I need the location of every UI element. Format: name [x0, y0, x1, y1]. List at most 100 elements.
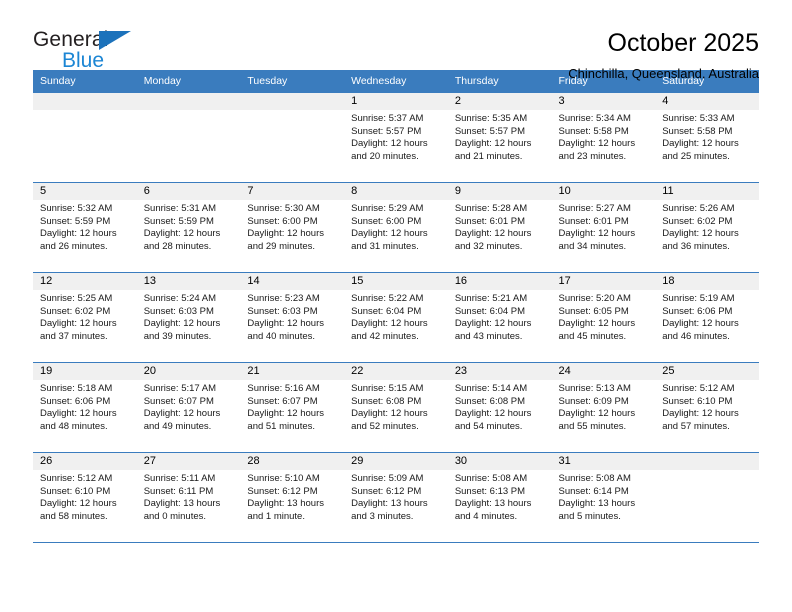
day-details: Sunrise: 5:22 AM Sunset: 6:04 PM Daylight:… [344, 290, 448, 343]
calendar-day-cell[interactable]: 13 Sunrise: 5:24 AM Sunset: 6:03 PM Dayligh… [136, 272, 241, 363]
daylight-text-line1: Daylight: 12 hours [40, 498, 117, 510]
calendar-day-cell[interactable]: 18 Sunrise: 5:19 AM Sunset: 6:06 PM Dayligh… [655, 272, 759, 363]
calendar-day-cell[interactable]: 23 Sunrise: 5:14 AM Sunset: 6:08 PM Dayligh… [447, 362, 552, 453]
calendar-day-cell[interactable]: 25 Sunrise: 5:12 AM Sunset: 6:10 PM Dayligh… [655, 362, 759, 453]
calendar-day-cell[interactable]: 17 Sunrise: 5:20 AM Sunset: 6:05 PM Dayligh… [551, 272, 656, 363]
day-number: 14 [240, 273, 345, 290]
sunset-text: Sunset: 6:06 PM [40, 395, 111, 407]
calendar-day-cell-empty [136, 92, 241, 183]
page-title: October 2025 [607, 29, 760, 57]
sunrise-text: Sunrise: 5:13 AM [558, 383, 631, 394]
sunrise-text: Sunrise: 5:33 AM [662, 113, 735, 124]
day-number: 9 [447, 183, 552, 200]
daylight-text-line1: Daylight: 12 hours [351, 408, 428, 420]
day-number [655, 453, 759, 470]
calendar-day-cell[interactable]: 6 Sunrise: 5:31 AM Sunset: 5:59 PM Daylight… [136, 182, 241, 273]
calendar-day-cell[interactable]: 26 Sunrise: 5:12 AM Sunset: 6:10 PM Dayligh… [33, 452, 137, 543]
calendar-day-cell[interactable]: 31 Sunrise: 5:08 AM Sunset: 6:14 PM Dayligh… [551, 452, 656, 543]
calendar-day-cell[interactable]: 30 Sunrise: 5:08 AM Sunset: 6:13 PM Dayligh… [447, 452, 552, 543]
day-number: 28 [240, 453, 345, 470]
calendar-day-cell[interactable]: 14 Sunrise: 5:23 AM Sunset: 6:03 PM Dayligh… [240, 272, 345, 363]
day-details: Sunrise: 5:32 AM Sunset: 5:59 PM Daylight:… [33, 200, 137, 253]
sunset-text: Sunset: 6:07 PM [247, 395, 318, 407]
sunrise-text: Sunrise: 5:32 AM [40, 203, 113, 214]
daylight-text-line1: Daylight: 12 hours [351, 228, 428, 240]
day-details: Sunrise: 5:25 AM Sunset: 6:02 PM Daylight:… [33, 290, 137, 343]
sunrise-text: Sunrise: 5:25 AM [40, 293, 113, 304]
generalblue-logo: General Blue [33, 28, 148, 76]
day-number: 25 [655, 363, 759, 380]
calendar-day-cell[interactable]: 24 Sunrise: 5:13 AM Sunset: 6:09 PM Dayligh… [551, 362, 656, 453]
day-details: Sunrise: 5:34 AM Sunset: 5:58 PM Daylight:… [552, 110, 656, 163]
calendar-day-cell[interactable]: 15 Sunrise: 5:22 AM Sunset: 6:04 PM Dayligh… [344, 272, 448, 363]
daylight-text-line2: and 51 minutes. [247, 420, 316, 432]
sunset-text: Sunset: 6:03 PM [143, 305, 214, 317]
day-number: 8 [344, 183, 448, 200]
sunrise-text: Sunrise: 5:15 AM [351, 383, 424, 394]
day-number: 22 [344, 363, 448, 380]
day-details: Sunrise: 5:27 AM Sunset: 6:01 PM Daylight:… [552, 200, 656, 253]
sunrise-text: Sunrise: 5:11 AM [143, 473, 216, 484]
calendar-week-row: 1 Sunrise: 5:37 AM Sunset: 5:57 PM Daylight… [33, 92, 759, 183]
daylight-text-line2: and 21 minutes. [454, 150, 523, 162]
daylight-text-line2: and 42 minutes. [351, 330, 419, 342]
calendar-day-cell[interactable]: 11 Sunrise: 5:26 AM Sunset: 6:02 PM Dayligh… [655, 182, 759, 273]
day-number: 31 [551, 453, 656, 470]
calendar-day-cell[interactable]: 7 Sunrise: 5:30 AM Sunset: 6:00 PM Daylight… [240, 182, 345, 273]
calendar-day-cell[interactable]: 29 Sunrise: 5:09 AM Sunset: 6:12 PM Dayligh… [344, 452, 448, 543]
daylight-text-line1: Daylight: 13 hours [143, 498, 221, 510]
sunrise-text: Sunrise: 5:31 AM [143, 203, 217, 214]
daylight-text-line2: and 32 minutes. [454, 240, 523, 252]
day-details: Sunrise: 5:20 AM Sunset: 6:05 PM Daylight:… [552, 290, 656, 343]
daylight-text-line1: Daylight: 12 hours [558, 408, 636, 420]
day-details: Sunrise: 5:12 AM Sunset: 6:10 PM Daylight:… [655, 380, 759, 433]
daylight-text-line2: and 45 minutes. [558, 330, 627, 342]
daylight-text-line1: Daylight: 13 hours [351, 498, 428, 510]
daylight-text-line2: and 48 minutes. [40, 420, 108, 432]
day-details: Sunrise: 5:08 AM Sunset: 6:13 PM Daylight:… [448, 470, 552, 523]
daylight-text-line1: Daylight: 12 hours [40, 228, 117, 240]
daylight-text-line2: and 57 minutes. [662, 420, 730, 432]
daylight-text-line2: and 5 minutes. [558, 510, 621, 522]
daylight-text-line2: and 55 minutes. [558, 420, 627, 432]
calendar-day-cell[interactable]: 5 Sunrise: 5:32 AM Sunset: 5:59 PM Daylight… [33, 182, 137, 273]
calendar-table: Sunday Monday Tuesday Wednesday Thursday… [33, 70, 759, 543]
daylight-text-line1: Daylight: 12 hours [247, 318, 324, 330]
calendar-day-cell[interactable]: 2 Sunrise: 5:35 AM Sunset: 5:57 PM Daylight… [447, 92, 552, 183]
calendar-day-cell[interactable]: 16 Sunrise: 5:21 AM Sunset: 6:04 PM Dayligh… [447, 272, 552, 363]
day-details: Sunrise: 5:18 AM Sunset: 6:06 PM Daylight:… [33, 380, 137, 433]
calendar-day-cell[interactable]: 19 Sunrise: 5:18 AM Sunset: 6:06 PM Dayligh… [33, 362, 137, 453]
daylight-text-line1: Daylight: 12 hours [40, 318, 117, 330]
calendar-day-cell[interactable]: 10 Sunrise: 5:27 AM Sunset: 6:01 PM Dayligh… [551, 182, 656, 273]
calendar-day-cell[interactable]: 4 Sunrise: 5:33 AM Sunset: 5:58 PM Daylight… [655, 92, 759, 183]
daylight-text-line1: Daylight: 12 hours [454, 318, 532, 330]
daylight-text-line2: and 39 minutes. [143, 330, 212, 342]
sunset-text: Sunset: 6:01 PM [454, 215, 526, 227]
sunset-text: Sunset: 6:12 PM [351, 485, 422, 497]
daylight-text-line2: and 25 minutes. [662, 150, 730, 162]
calendar-day-cell[interactable]: 1 Sunrise: 5:37 AM Sunset: 5:57 PM Daylight… [344, 92, 448, 183]
calendar-day-cell[interactable]: 27 Sunrise: 5:11 AM Sunset: 6:11 PM Dayligh… [136, 452, 241, 543]
calendar-week-row: 26 Sunrise: 5:12 AM Sunset: 6:10 PM Dayligh… [33, 452, 759, 543]
calendar-day-cell[interactable]: 21 Sunrise: 5:16 AM Sunset: 6:07 PM Dayligh… [240, 362, 345, 453]
calendar-day-cell[interactable]: 20 Sunrise: 5:17 AM Sunset: 6:07 PM Dayligh… [136, 362, 241, 453]
day-details: Sunrise: 5:24 AM Sunset: 6:03 PM Daylight:… [137, 290, 241, 343]
calendar-day-cell[interactable]: 28 Sunrise: 5:10 AM Sunset: 6:12 PM Dayligh… [240, 452, 345, 543]
day-number: 12 [33, 273, 137, 290]
day-details: Sunrise: 5:09 AM Sunset: 6:12 PM Daylight:… [344, 470, 448, 523]
day-number: 2 [447, 93, 552, 110]
daylight-text-line1: Daylight: 12 hours [143, 408, 221, 420]
calendar-day-cell[interactable]: 22 Sunrise: 5:15 AM Sunset: 6:08 PM Dayligh… [344, 362, 448, 453]
day-details: Sunrise: 5:31 AM Sunset: 5:59 PM Daylight:… [137, 200, 241, 253]
calendar-day-cell[interactable]: 8 Sunrise: 5:29 AM Sunset: 6:00 PM Daylight… [344, 182, 448, 273]
sunset-text: Sunset: 6:13 PM [454, 485, 526, 497]
calendar-day-cell[interactable]: 12 Sunrise: 5:25 AM Sunset: 6:02 PM Dayligh… [33, 272, 137, 363]
daylight-text-line2: and 31 minutes. [351, 240, 419, 252]
sunset-text: Sunset: 6:04 PM [351, 305, 422, 317]
sunrise-text: Sunrise: 5:23 AM [247, 293, 320, 304]
daylight-text-line1: Daylight: 12 hours [454, 138, 532, 150]
day-number: 24 [551, 363, 656, 380]
calendar-day-cell[interactable]: 9 Sunrise: 5:28 AM Sunset: 6:01 PM Daylight… [447, 182, 552, 273]
day-details: Sunrise: 5:19 AM Sunset: 6:06 PM Daylight:… [655, 290, 759, 343]
calendar-day-cell[interactable]: 3 Sunrise: 5:34 AM Sunset: 5:58 PM Daylight… [551, 92, 656, 183]
